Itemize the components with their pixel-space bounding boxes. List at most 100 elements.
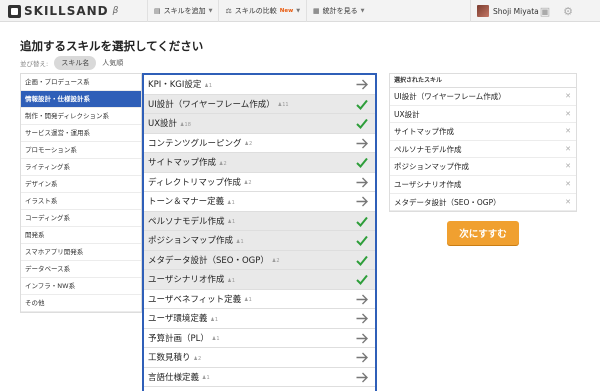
nav-item[interactable]: ⚖ スキルの比較 New ▼ xyxy=(218,0,306,22)
skill-user-count: ♟1 xyxy=(227,200,235,206)
selected-skill-item: UX設計 ✕ xyxy=(390,106,576,124)
category-item[interactable]: プロモーション系 xyxy=(21,142,141,159)
skill-row[interactable]: 予算計画（PL） ♟1 xyxy=(144,329,375,348)
nav-label: スキルの比較 xyxy=(234,7,277,15)
skill-row[interactable]: コンテンツグルーピング ♟2 xyxy=(144,134,375,153)
skill-row[interactable]: UI設計（ワイヤーフレーム作成） ♟11 xyxy=(144,94,375,114)
skill-count-value: 11 xyxy=(282,102,289,109)
user-name: Shoji Miyata xyxy=(493,6,539,16)
category-item[interactable]: イラスト系 xyxy=(21,193,141,210)
check-icon xyxy=(355,98,369,111)
sort-by-name-button[interactable]: スキル名 xyxy=(54,56,97,70)
selected-skill-item: メタデータ設計（SEO・OGP） ✕ xyxy=(390,194,576,212)
skill-row[interactable]: ディレクトリマップ作成 ♟2 xyxy=(144,173,375,192)
skill-count-value: 18 xyxy=(184,121,191,128)
skill-row[interactable]: ユーザ環境定義 ♟1 xyxy=(144,309,375,329)
selected-skill-name: ユーザシナリオ作成 xyxy=(394,179,462,189)
category-item[interactable]: サービス運営・運用系 xyxy=(21,125,141,142)
close-icon[interactable]: ✕ xyxy=(565,106,571,124)
check-icon xyxy=(355,273,369,286)
nav-label: 統計を見る xyxy=(322,7,358,15)
skill-count-value: 1 xyxy=(232,219,236,226)
skill-user-count: ♟2 xyxy=(272,258,280,264)
selected-skill-name: ポジションマップ作成 xyxy=(394,162,469,172)
selected-skills-panel: 選択されたスキル UI設計（ワイヤーフレーム作成） ✕ UX設計 ✕ サイトマップ作成 ✕… xyxy=(389,73,577,213)
category-item[interactable]: 企画・プロデュース系 xyxy=(21,74,141,91)
logo[interactable]: SKILLSAND β xyxy=(8,4,118,18)
close-icon[interactable]: ✕ xyxy=(565,176,571,194)
arrow-right-icon xyxy=(355,176,369,189)
skill-name: ペルソナモデル作成 xyxy=(148,216,225,227)
skill-count-value: 2 xyxy=(248,180,252,187)
nav-item[interactable]: ▤ スキルを追加 ▼ xyxy=(147,0,218,22)
selected-skill-name: UI設計（ワイヤーフレーム作成） xyxy=(394,92,506,101)
skill-name: UI設計（ワイヤーフレーム作成） xyxy=(148,99,275,110)
skill-name: ポジションマップ作成 xyxy=(148,236,234,247)
skill-row[interactable]: ユーザシナリオ作成 ♟1 xyxy=(144,270,375,290)
skill-row[interactable]: KPI・KGI設定 ♟1 xyxy=(144,75,375,95)
skill-count-value: 2 xyxy=(249,141,253,148)
category-item[interactable]: インフラ・NW系 xyxy=(21,278,141,295)
category-item[interactable]: スマホアプリ開発系 xyxy=(21,244,141,261)
chevron-down-icon: ▼ xyxy=(360,8,365,14)
skill-row[interactable]: メタデータ設計（SEO・OGP） ♟2 xyxy=(144,250,375,270)
skill-count-value: 1 xyxy=(206,375,210,382)
skill-user-count: ♟1 xyxy=(210,317,218,323)
skill-row[interactable]: ポジションマップ作成 ♟1 xyxy=(144,231,375,251)
category-item[interactable]: その他 xyxy=(21,295,141,312)
category-item[interactable]: 開発系 xyxy=(21,227,141,244)
selected-skill-item: ポジションマップ作成 ✕ xyxy=(390,158,576,176)
skill-name: 予算計画（PL） xyxy=(148,333,209,344)
chevron-down-icon: ▼ xyxy=(208,8,213,14)
scale-icon: ⚖ xyxy=(225,7,232,15)
skill-name: ユーザベネフィット定義 xyxy=(148,294,242,305)
sort-by-popularity-button[interactable]: 人気順 xyxy=(102,58,123,68)
close-icon[interactable]: ✕ xyxy=(565,141,571,159)
arrow-right-icon xyxy=(355,351,369,364)
category-item[interactable]: コーディング系 xyxy=(21,210,141,227)
skill-count-value: 2 xyxy=(223,160,227,167)
skill-count-value: 1 xyxy=(231,199,235,206)
main-nav: ▤ スキルを追加 ▼ ⚖ スキルの比較 New ▼ ▦ 統計を見る ▼ xyxy=(147,0,371,22)
selected-skill-item: UI設計（ワイヤーフレーム作成） ✕ xyxy=(390,88,576,106)
next-button[interactable]: 次にすすむ xyxy=(447,221,519,245)
category-item[interactable]: デザイン系 xyxy=(21,176,141,193)
sort-controls: 並び替え: スキル名 人気順 xyxy=(20,56,123,70)
category-item[interactable]: データベース系 xyxy=(21,261,141,278)
skill-name: KPI・KGI設定 xyxy=(148,80,202,91)
user-menu[interactable]: Shoji Miyata xyxy=(470,0,539,22)
skill-user-count: ♟1 xyxy=(227,278,235,284)
logo-icon xyxy=(8,4,21,18)
skill-name: 工数見積り xyxy=(148,353,191,364)
skill-count-value: 1 xyxy=(208,82,213,89)
skill-row[interactable]: 工数見積り ♟2 xyxy=(144,348,375,368)
category-item[interactable]: 制作・開発ディレクション系 xyxy=(21,108,141,125)
close-icon[interactable]: ✕ xyxy=(565,158,571,176)
arrow-right-icon xyxy=(355,293,369,306)
category-item[interactable]: ライティング系 xyxy=(21,159,141,176)
skill-row[interactable]: ペルソナモデル作成 ♟1 xyxy=(144,211,375,231)
gear-icon[interactable]: ⚙ xyxy=(561,4,575,18)
check-icon xyxy=(355,156,369,169)
selected-skill-item: ペルソナモデル作成 ✕ xyxy=(390,141,576,159)
skill-row[interactable]: ユーザベネフィット定義 ♟1 xyxy=(144,290,375,309)
selected-skills-heading: 選択されたスキル xyxy=(390,74,576,88)
list-icon: ▤ xyxy=(154,7,161,15)
category-item[interactable]: 情報設計・仕様設計系 xyxy=(21,91,141,108)
nav-item[interactable]: ▦ 統計を見る ▼ xyxy=(306,0,370,22)
arrow-right-icon xyxy=(355,371,369,384)
close-icon[interactable]: ✕ xyxy=(565,123,571,141)
skill-row[interactable]: 言語仕様定義 ♟1 xyxy=(144,368,375,387)
skill-row[interactable]: サイトマップ作成 ♟2 xyxy=(144,153,375,173)
close-icon[interactable]: ✕ xyxy=(565,88,571,106)
skill-name: トーン＆マナー定義 xyxy=(148,197,225,208)
close-icon[interactable]: ✕ xyxy=(565,194,571,212)
sort-label: 並び替え: xyxy=(20,60,49,68)
skill-row[interactable]: トーン＆マナー定義 ♟1 xyxy=(144,192,375,212)
check-icon xyxy=(355,117,369,130)
chevron-down-icon: ▼ xyxy=(296,8,301,14)
message-icon[interactable]: ▣ xyxy=(538,4,552,18)
skill-count-value: 1 xyxy=(240,238,244,245)
skill-user-count: ♟2 xyxy=(244,180,252,186)
skill-row[interactable]: UX設計 ♟18 xyxy=(144,114,375,134)
